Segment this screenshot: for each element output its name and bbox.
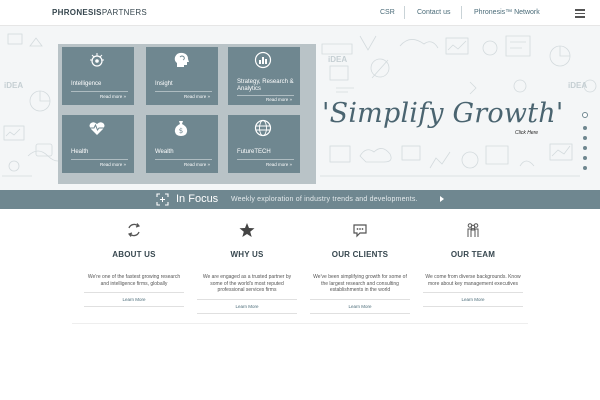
svg-text:$: $ [179, 127, 183, 135]
tile-divider [155, 159, 212, 160]
tile-divider [155, 91, 212, 92]
column-divider [84, 306, 184, 307]
column-title: WHY US [230, 250, 264, 259]
head-profile-icon [174, 52, 189, 67]
column-our-team: OUR TEAM We come from diverse background… [423, 222, 523, 307]
nav-csr[interactable]: CSR [380, 9, 395, 16]
column-our-clients: OUR CLIENTS We've been simplifying growt… [310, 222, 410, 314]
slide-dot[interactable] [583, 136, 587, 140]
read-more-link[interactable]: Read more » [266, 162, 292, 167]
chart-badge-icon [254, 51, 272, 69]
tile-label: Strategy, Research & Analytics [237, 79, 294, 92]
learn-more-link[interactable]: Learn More [310, 304, 410, 309]
column-title: OUR TEAM [450, 250, 496, 259]
doodle-idea-text: iDEA [4, 81, 23, 90]
money-bag-icon: $ [174, 121, 188, 136]
doodle-idea-text: iDEA [568, 81, 587, 90]
nav-separator [404, 6, 405, 19]
doodle-idea-text: iDEA [328, 55, 347, 64]
heart-pulse-icon [89, 122, 105, 135]
click-here-link[interactable]: Click Here [515, 130, 538, 136]
brand-logo[interactable]: PHRONESISPARTNERS [52, 8, 147, 17]
tile-divider [71, 159, 128, 160]
tile-strategy-research-analytics[interactable]: Strategy, Research & Analytics Read more… [228, 47, 300, 105]
in-focus-title: In Focus [176, 193, 219, 205]
slide-dot[interactable] [583, 156, 587, 160]
brain-gear-icon [90, 53, 104, 67]
tile-divider [71, 91, 128, 92]
slide-dot-active[interactable] [582, 112, 588, 118]
globe-network-icon [254, 119, 272, 137]
in-focus-description: Weekly exploration of industry trends an… [231, 196, 418, 203]
section-divider [72, 323, 528, 324]
star-icon [239, 223, 255, 237]
column-why-us: WHY US We are engaged as a trusted partn… [197, 222, 297, 314]
learn-more-link[interactable]: Learn More [423, 297, 523, 302]
tile-insight[interactable]: Insight Read more » [146, 47, 218, 105]
column-divider [423, 306, 523, 307]
tile-label: Intelligence [71, 81, 102, 87]
nav-phronesis-network[interactable]: Phronesis™ Network [474, 9, 540, 16]
column-text: We are engaged as a trusted partner by s… [202, 274, 292, 293]
tile-wealth[interactable]: $ Wealth Read more » [146, 115, 218, 173]
read-more-link[interactable]: Read more » [100, 94, 126, 99]
tile-label: FutureTECH [237, 149, 271, 155]
column-divider [423, 292, 523, 293]
tile-intelligence[interactable]: Intelligence Read more » [62, 47, 134, 105]
column-divider [197, 298, 297, 300]
logo-bold-text: PHRONESIS [52, 8, 102, 17]
column-text: We've been simplifying growth for some o… [313, 274, 407, 293]
tile-label: Insight [155, 81, 173, 87]
column-title: ABOUT US [112, 250, 156, 259]
focus-target-icon [156, 193, 169, 206]
nav-contact-us[interactable]: Contact us [417, 9, 450, 16]
column-divider [84, 292, 184, 293]
hero-banner: iDEA iDEA iDEA Intelligence Read more » … [0, 26, 600, 190]
in-focus-bar[interactable]: In Focus Weekly exploration of industry … [0, 190, 600, 209]
logo-light-text: PARTNERS [101, 8, 148, 17]
read-more-link[interactable]: Read more » [184, 162, 210, 167]
service-tiles-panel: Intelligence Read more » Insight Read mo… [58, 44, 316, 184]
read-more-link[interactable]: Read more » [100, 162, 126, 167]
team-people-icon [467, 223, 479, 237]
column-divider [310, 298, 410, 300]
slide-dot[interactable] [583, 146, 587, 150]
read-more-link[interactable]: Read more » [266, 97, 292, 102]
learn-more-link[interactable]: Learn More [197, 304, 297, 309]
tile-futuretech[interactable]: FutureTECH Read more » [228, 115, 300, 173]
tile-divider [237, 159, 294, 160]
slide-dot[interactable] [583, 166, 587, 170]
chat-bubble-icon [353, 224, 367, 238]
column-text: We're one of the fastest growing researc… [87, 274, 181, 287]
nav-separator [461, 6, 462, 19]
play-arrow-icon[interactable] [440, 196, 444, 202]
slide-dot[interactable] [583, 126, 587, 130]
column-title: OUR CLIENTS [331, 250, 389, 259]
column-text: We come from diverse backgrounds. Know m… [425, 274, 521, 287]
site-header: PHRONESISPARTNERS CSR Contact us Phrones… [0, 0, 600, 26]
column-divider [197, 312, 297, 314]
tile-label: Health [71, 149, 89, 155]
column-divider [310, 312, 410, 314]
cycle-arrows-icon [127, 223, 141, 237]
hero-tagline: 'Simplify Growth' [322, 98, 564, 129]
tile-health[interactable]: Health Read more » [62, 115, 134, 173]
hamburger-icon[interactable] [575, 9, 585, 18]
tile-divider [237, 95, 294, 96]
read-more-link[interactable]: Read more » [184, 94, 210, 99]
learn-more-link[interactable]: Learn More [84, 297, 184, 302]
column-about-us: ABOUT US We're one of the fastest growin… [84, 222, 184, 307]
tile-label: Wealth [155, 149, 174, 155]
